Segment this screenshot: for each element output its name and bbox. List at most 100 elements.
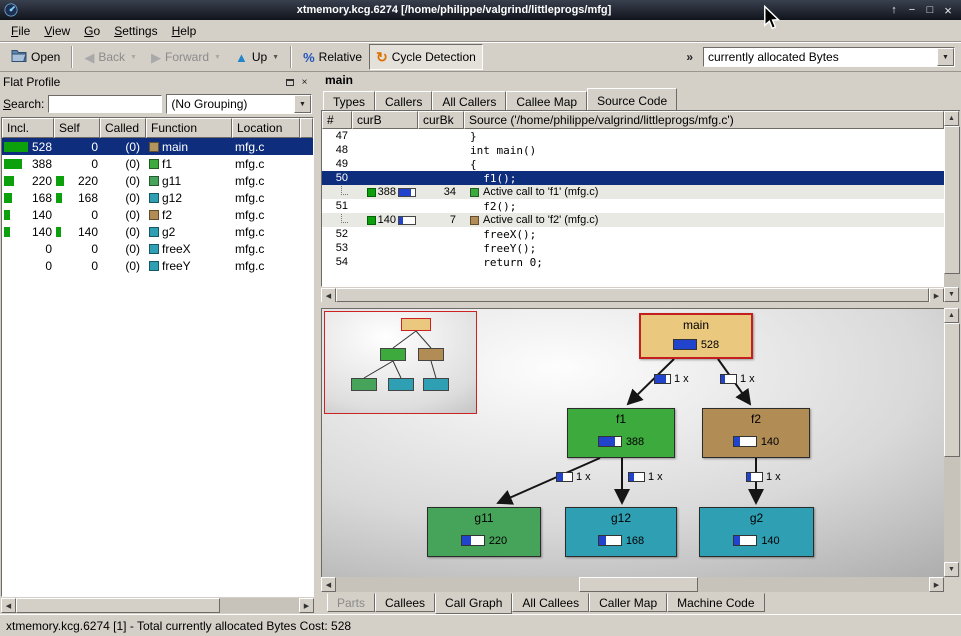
scroll-up-icon[interactable]: ▲ (944, 308, 959, 323)
scroll-right-icon[interactable]: ▶ (299, 598, 314, 613)
menu-help[interactable]: Help (165, 22, 204, 40)
source-line[interactable]: 54 return 0; (322, 255, 944, 269)
column-header-function[interactable]: Function (146, 118, 232, 138)
grouping-select[interactable]: (No Grouping) ▼ (166, 94, 312, 114)
table-row-g2[interactable]: 140 140 (0) g2 mfg.c (2, 223, 313, 240)
tab-machine-code[interactable]: Machine Code (667, 593, 764, 612)
scrollbar-thumb[interactable] (336, 288, 929, 302)
event-type-select[interactable]: currently allocated Bytes ▼ (703, 47, 955, 67)
current-function-title: main (321, 72, 960, 88)
tab-source-code[interactable]: Source Code (587, 88, 677, 110)
source-line-selected[interactable]: 50 f1(); (322, 171, 944, 185)
source-line[interactable]: 51 f2(); (322, 199, 944, 213)
scroll-right-icon[interactable]: ▶ (929, 288, 944, 303)
open-button[interactable]: Open (4, 44, 67, 70)
graph-node-main[interactable]: main 528 (639, 313, 753, 359)
float-dock-button[interactable] (282, 75, 297, 89)
table-row-f1[interactable]: 388 0 (0) f1 mfg.c (2, 155, 313, 172)
close-dock-button[interactable]: × (297, 75, 312, 89)
table-row-f2[interactable]: 140 0 (0) f2 mfg.c (2, 206, 313, 223)
tab-all-callers[interactable]: All Callers (432, 91, 506, 110)
scroll-down-icon[interactable]: ▼ (944, 287, 959, 302)
relative-toggle-button[interactable]: % Relative (296, 44, 369, 70)
source-vertical-scrollbar[interactable]: ▲ ▼ (944, 111, 960, 302)
flat-profile-horizontal-scrollbar[interactable]: ◀ ▶ (1, 598, 314, 613)
graph-node-g11[interactable]: g11 220 (427, 507, 541, 557)
flat-profile-header[interactable]: Flat Profile × (1, 73, 314, 91)
source-line[interactable]: 47} (322, 129, 944, 143)
forward-button[interactable]: ▶ Forward ▼ (144, 44, 228, 70)
grouping-dropdown-icon[interactable]: ▼ (294, 95, 311, 113)
minimize-button[interactable]: − (903, 2, 921, 18)
tab-call-graph[interactable]: Call Graph (435, 593, 512, 614)
tab-callers[interactable]: Callers (375, 91, 432, 110)
source-line[interactable]: 53 freeY(); (322, 241, 944, 255)
window-title: xtmemory.kcg.6274 [/home/philippe/valgri… (23, 4, 885, 16)
graph-node-f1[interactable]: f1 388 (567, 408, 675, 458)
graph-node-f2[interactable]: f2 140 (702, 408, 810, 458)
active-call-row[interactable]: 140 7 Active call to 'f2' (mfg.c) (322, 213, 944, 227)
scrollbar-thumb[interactable] (579, 577, 698, 592)
tab-caller-map[interactable]: Caller Map (589, 593, 667, 612)
cycle-detection-toggle-button[interactable]: ↻ Cycle Detection (369, 44, 483, 70)
table-row-freeY[interactable]: 0 0 (0) freeY mfg.c (2, 257, 313, 274)
column-header-source[interactable]: Source ('/home/philippe/valgrind/littlep… (464, 111, 944, 129)
table-row-g11[interactable]: 220 220 (0) g11 mfg.c (2, 172, 313, 189)
scroll-left-icon[interactable]: ◀ (321, 577, 336, 592)
tab-parts[interactable]: Parts (327, 593, 375, 612)
column-header-incl[interactable]: Incl. (2, 118, 54, 138)
column-header-location[interactable]: Location (232, 118, 300, 138)
scroll-up-icon[interactable]: ▲ (944, 111, 959, 126)
event-type-dropdown-icon[interactable]: ▼ (937, 48, 954, 66)
titlebar[interactable]: xtmemory.kcg.6274 [/home/philippe/valgri… (0, 0, 961, 20)
function-color-icon (149, 142, 159, 152)
cost-bar-icon (367, 188, 376, 197)
call-graph-viewport[interactable]: 1 x 1 x 1 x 1 x (321, 308, 944, 577)
scroll-right-icon[interactable]: ▶ (929, 577, 944, 592)
cost-percent-bar-icon (598, 535, 622, 546)
column-header-self[interactable]: Self (54, 118, 100, 138)
menu-view[interactable]: View (37, 22, 77, 40)
tab-all-callees[interactable]: All Callees (512, 593, 589, 612)
table-row-g12[interactable]: 168 168 (0) g12 mfg.c (2, 189, 313, 206)
tab-types[interactable]: Types (323, 91, 375, 110)
search-input[interactable] (48, 95, 162, 113)
graph-horizontal-scrollbar[interactable]: ◀ ▶ (321, 577, 944, 592)
scrollbar-thumb[interactable] (944, 323, 960, 457)
scroll-left-icon[interactable]: ◀ (1, 598, 16, 613)
maximize-button[interactable]: □ (921, 2, 939, 18)
back-button[interactable]: ◀ Back ▼ (77, 44, 144, 70)
status-text: xtmemory.kcg.6274 [1] - Total currently … (6, 619, 351, 633)
source-horizontal-scrollbar[interactable]: ◀ ▶ (321, 288, 944, 302)
column-header-called[interactable]: Called (100, 118, 146, 138)
column-header-line[interactable]: # (322, 111, 352, 129)
table-row-freeX[interactable]: 0 0 (0) freeX mfg.c (2, 240, 313, 257)
menu-settings[interactable]: Settings (107, 22, 164, 40)
graph-node-g2[interactable]: g2 140 (699, 507, 814, 557)
source-line[interactable]: 52 freeX(); (322, 227, 944, 241)
tab-callee-map[interactable]: Callee Map (506, 91, 587, 110)
scrollbar-thumb[interactable] (16, 598, 220, 613)
up-button[interactable]: ▲ Up ▼ (228, 44, 286, 70)
menu-file[interactable]: File (4, 22, 37, 40)
scrollbar-thumb[interactable] (944, 126, 960, 274)
table-row-main[interactable]: 528 0 (0) main mfg.c (2, 138, 313, 155)
cycle-icon: ↻ (376, 50, 388, 64)
active-call-row[interactable]: 388 34 Active call to 'f1' (mfg.c) (322, 185, 944, 199)
cost-percent-bar-icon (628, 472, 645, 482)
toolbar-overflow-button[interactable]: » (680, 50, 699, 64)
source-line[interactable]: 49{ (322, 157, 944, 171)
column-header-curbk[interactable]: curBk (418, 111, 464, 129)
flat-profile-title: Flat Profile (3, 75, 282, 89)
scroll-left-icon[interactable]: ◀ (321, 288, 336, 303)
graph-node-g12[interactable]: g12 168 (565, 507, 677, 557)
shade-button[interactable]: ↑ (885, 2, 903, 18)
graph-overview-minimap[interactable] (324, 311, 477, 414)
column-header-curb[interactable]: curB (352, 111, 418, 129)
scroll-down-icon[interactable]: ▼ (944, 562, 959, 577)
source-line[interactable]: 48int main() (322, 143, 944, 157)
menu-go[interactable]: Go (77, 22, 107, 40)
graph-vertical-scrollbar[interactable]: ▲ ▼ (944, 308, 960, 577)
tab-callees[interactable]: Callees (375, 593, 435, 612)
close-button[interactable]: × (939, 2, 957, 18)
